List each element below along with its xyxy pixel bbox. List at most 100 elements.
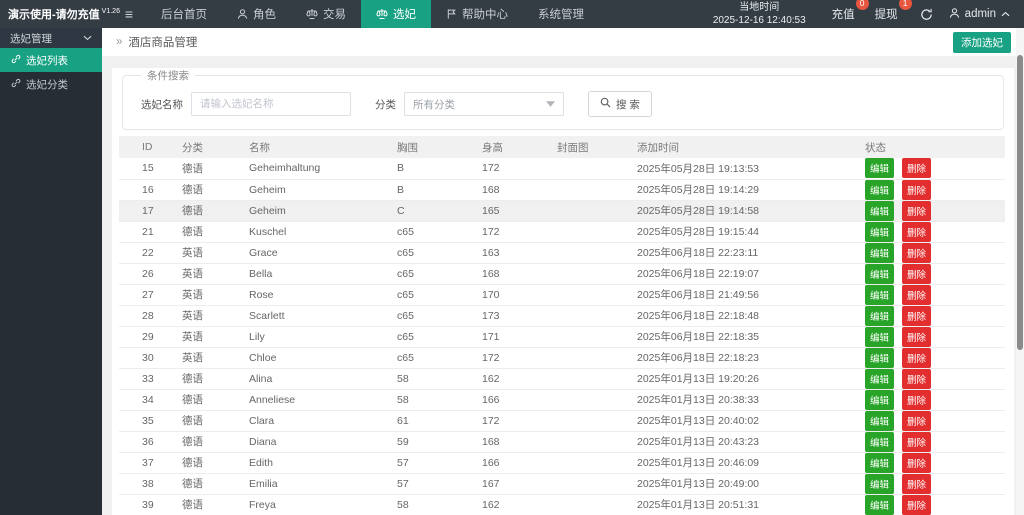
cell-actions: 编辑 删除 [842, 263, 1005, 284]
search-button[interactable]: 搜 索 [588, 91, 652, 117]
edit-button[interactable]: 编辑 [865, 158, 894, 178]
delete-button[interactable]: 删除 [902, 474, 931, 494]
edit-button[interactable]: 编辑 [865, 327, 894, 347]
edit-button[interactable]: 编辑 [865, 411, 894, 431]
delete-button[interactable]: 删除 [902, 158, 931, 178]
edit-button[interactable]: 编辑 [865, 474, 894, 494]
nav-item-roles[interactable]: 角色 [222, 0, 291, 28]
cell-name: Chloe [226, 347, 374, 368]
sidebar-group-header[interactable]: 选妃管理 [0, 28, 102, 48]
cell-height: 172 [459, 158, 534, 179]
delete-button[interactable]: 删除 [902, 201, 931, 221]
edit-button[interactable]: 编辑 [865, 306, 894, 326]
edit-button[interactable]: 编辑 [865, 180, 894, 200]
nav-item-help[interactable]: 帮助中心 [431, 0, 523, 28]
cell-actions: 编辑 删除 [842, 431, 1005, 452]
cell-category: 德语 [159, 368, 226, 389]
cell-height: 168 [459, 179, 534, 200]
col-header-name: 名称 [226, 136, 374, 158]
cell-bust: 57 [374, 452, 459, 473]
delete-button[interactable]: 删除 [902, 243, 931, 263]
delete-button[interactable]: 删除 [902, 411, 931, 431]
cell-id: 30 [119, 347, 159, 368]
sidebar-item-category[interactable]: 选妃分类 [0, 72, 102, 96]
nav-item-home[interactable]: 后台首页 [146, 0, 222, 28]
sidebar-item-list[interactable]: 选妃列表 [0, 48, 102, 72]
cell-id: 29 [119, 326, 159, 347]
col-header-id: ID [119, 136, 159, 158]
search-legend: 条件搜索 [141, 68, 195, 83]
topbar-right: 当地时间 2025-12-16 12:40:53 充值 0 提现 1 admin [713, 0, 1024, 28]
edit-button[interactable]: 编辑 [865, 222, 894, 242]
edit-button[interactable]: 编辑 [865, 285, 894, 305]
table-row: 27 英语 Rose c65 170 2025年06月18日 21:49:56 … [119, 284, 1005, 305]
delete-button[interactable]: 删除 [902, 264, 931, 284]
cell-time: 2025年06月18日 21:49:56 [614, 284, 842, 305]
flag-icon [446, 8, 457, 20]
cell-name: Lily [226, 326, 374, 347]
main-content: » 酒店商品管理 添加选妃 条件搜索 选妃名称 分类 所有分类 搜 索 [102, 28, 1024, 515]
cell-actions: 编辑 删除 [842, 200, 1005, 221]
edit-button[interactable]: 编辑 [865, 453, 894, 473]
cell-actions: 编辑 删除 [842, 347, 1005, 368]
delete-button[interactable]: 删除 [902, 495, 931, 515]
edit-button[interactable]: 编辑 [865, 432, 894, 452]
cell-id: 36 [119, 431, 159, 452]
cell-cover [534, 368, 614, 389]
cell-name: Geheimhaltung [226, 158, 374, 179]
delete-button[interactable]: 删除 [902, 390, 931, 410]
edit-button[interactable]: 编辑 [865, 243, 894, 263]
nav-item-trade[interactable]: 交易 [291, 0, 361, 28]
edit-button[interactable]: 编辑 [865, 369, 894, 389]
cell-category: 德语 [159, 200, 226, 221]
nav-item-select[interactable]: 选妃 [361, 0, 431, 28]
cell-bust: 61 [374, 410, 459, 431]
cell-bust: c65 [374, 305, 459, 326]
scrollbar[interactable] [1017, 55, 1023, 350]
recharge-link[interactable]: 充值 0 [822, 6, 865, 22]
cell-time: 2025年01月13日 20:43:23 [614, 431, 842, 452]
breadcrumb: 酒店商品管理 [128, 34, 197, 50]
name-input[interactable] [191, 92, 351, 116]
cell-category: 德语 [159, 158, 226, 179]
cell-height: 163 [459, 242, 534, 263]
top-nav: 后台首页 角色 交易 选妃 帮助中心 系统管理 [146, 0, 599, 28]
delete-button[interactable]: 删除 [902, 222, 931, 242]
delete-button[interactable]: 删除 [902, 348, 931, 368]
delete-button[interactable]: 删除 [902, 453, 931, 473]
cell-actions: 编辑 删除 [842, 179, 1005, 200]
cell-name: Alina [226, 368, 374, 389]
cell-time: 2025年06月18日 22:23:11 [614, 242, 842, 263]
cell-height: 165 [459, 200, 534, 221]
edit-button[interactable]: 编辑 [865, 264, 894, 284]
cell-time: 2025年01月13日 20:38:33 [614, 389, 842, 410]
delete-button[interactable]: 删除 [902, 432, 931, 452]
cell-name: Diana [226, 431, 374, 452]
cell-height: 170 [459, 284, 534, 305]
cell-name: Bella [226, 263, 374, 284]
cell-cover [534, 305, 614, 326]
delete-button[interactable]: 删除 [902, 369, 931, 389]
delete-button[interactable]: 删除 [902, 306, 931, 326]
cell-category: 德语 [159, 410, 226, 431]
data-table: ID 分类 名称 胸围 身高 封面图 添加时间 状态 15 德语 Geheimh… [119, 136, 1005, 515]
delete-button[interactable]: 删除 [902, 180, 931, 200]
delete-button[interactable]: 删除 [902, 327, 931, 347]
user-menu[interactable]: admin [949, 7, 1010, 22]
nav-item-system[interactable]: 系统管理 [523, 0, 599, 28]
cell-height: 173 [459, 305, 534, 326]
edit-button[interactable]: 编辑 [865, 201, 894, 221]
edit-button[interactable]: 编辑 [865, 495, 894, 515]
nav-item-label: 交易 [323, 6, 346, 22]
edit-button[interactable]: 编辑 [865, 390, 894, 410]
breadcrumb-bar: » 酒店商品管理 添加选妃 [102, 28, 1024, 56]
cell-id: 22 [119, 242, 159, 263]
withdraw-link[interactable]: 提现 1 [865, 6, 908, 22]
category-select[interactable]: 所有分类 [404, 92, 564, 116]
refresh-icon[interactable] [920, 8, 933, 21]
cell-actions: 编辑 删除 [842, 242, 1005, 263]
edit-button[interactable]: 编辑 [865, 348, 894, 368]
search-button-label: 搜 索 [616, 97, 640, 112]
delete-button[interactable]: 删除 [902, 285, 931, 305]
add-button[interactable]: 添加选妃 [953, 32, 1011, 53]
